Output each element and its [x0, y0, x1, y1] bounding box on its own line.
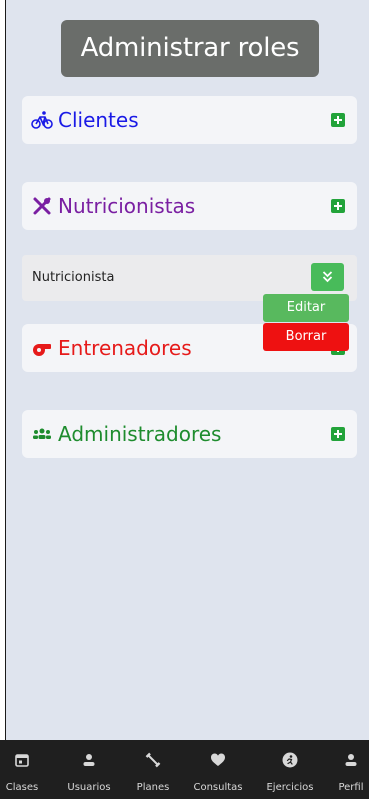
add-cliente-button[interactable] — [331, 113, 345, 127]
nav-label: Usuarios — [67, 782, 111, 793]
edit-button[interactable]: Editar — [263, 294, 349, 322]
nav-item-planes[interactable]: Planes — [133, 740, 173, 799]
role-label-administradores: Administradores — [58, 422, 222, 446]
profile-icon — [343, 752, 359, 768]
role-label-clientes: Clientes — [58, 108, 139, 132]
nav-item-ejercicios[interactable]: Ejercicios — [261, 740, 319, 799]
nav-item-clases[interactable]: Clases — [0, 740, 44, 799]
running-icon — [282, 752, 298, 768]
delete-button[interactable]: Borrar — [263, 323, 349, 351]
role-card-clientes[interactable]: Clientes — [22, 96, 357, 144]
nav-label: Perfil — [338, 782, 364, 793]
utensils-icon — [31, 196, 53, 216]
users-icon — [31, 424, 53, 444]
heart-icon — [210, 752, 226, 768]
bottom-navigation: Clases Usuarios Planes Consultas Ejercic… — [0, 740, 369, 799]
screen-edge — [0, 0, 6, 740]
bicycle-icon — [31, 110, 53, 130]
role-card-administradores[interactable]: Administradores — [22, 410, 357, 458]
calendar-icon — [14, 752, 30, 768]
add-administrador-button[interactable] — [331, 427, 345, 441]
nav-label: Planes — [136, 782, 170, 793]
role-card-nutricionistas[interactable]: Nutricionistas — [22, 182, 357, 230]
nav-item-usuarios[interactable]: Usuarios — [66, 740, 112, 799]
add-nutricionista-button[interactable] — [331, 199, 345, 213]
nav-label: Consultas — [193, 782, 243, 793]
user-icon — [81, 752, 97, 768]
role-label-entrenadores: Entrenadores — [58, 336, 192, 360]
nav-label: Clases — [5, 782, 39, 793]
chevron-double-down-icon[interactable] — [311, 263, 344, 291]
whistle-icon — [31, 338, 53, 358]
dumbbell-icon — [145, 752, 161, 768]
page-title: Administrar roles — [61, 20, 319, 77]
nav-label: Ejercicios — [266, 782, 314, 793]
list-item-label: Nutricionista — [32, 270, 115, 285]
nav-item-consultas[interactable]: Consultas — [187, 740, 249, 799]
role-label-nutricionistas: Nutricionistas — [58, 194, 196, 218]
nav-item-perfil[interactable]: Perfil — [333, 740, 369, 799]
